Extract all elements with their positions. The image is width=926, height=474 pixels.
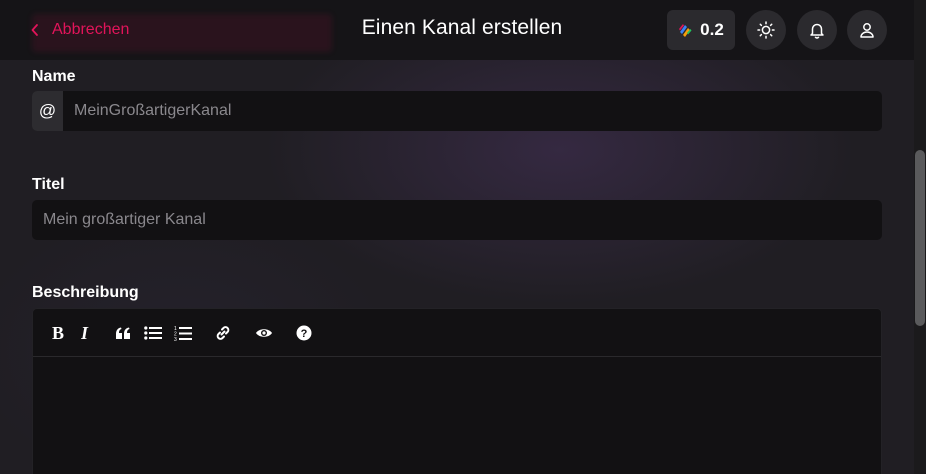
description-label: Beschreibung — [32, 284, 139, 301]
bell-icon — [810, 23, 824, 39]
points-value: 0.2 — [700, 20, 724, 39]
numbered-list-icon: 1 2 3 — [174, 326, 192, 341]
points-badge[interactable]: 0.2 — [667, 10, 735, 50]
top-bar: Abbrechen Einen Kanal erstellen 0.2 — [0, 0, 914, 60]
title-input[interactable] — [32, 200, 882, 240]
bold-icon: B — [52, 325, 64, 341]
page-title: Einen Kanal erstellen — [361, 16, 563, 39]
italic-button[interactable]: I — [79, 319, 93, 347]
bold-button[interactable]: B — [49, 319, 69, 347]
link-button[interactable] — [213, 319, 233, 347]
quote-icon — [116, 327, 130, 339]
title-label: Titel — [32, 176, 65, 193]
at-prefix: @ — [32, 91, 63, 131]
description-editor: B I 1 2 3 ? — [32, 308, 882, 474]
sun-icon — [757, 21, 775, 39]
svg-text:B: B — [52, 325, 64, 341]
help-icon: ? — [296, 325, 312, 340]
chevron-left-icon — [31, 24, 38, 36]
name-label: Name — [32, 68, 76, 85]
cancel-button[interactable]: Abbrechen — [30, 19, 129, 41]
name-input[interactable] — [63, 91, 882, 131]
preview-button[interactable] — [253, 319, 275, 347]
eye-icon — [256, 328, 272, 337]
link-icon — [216, 325, 230, 340]
notifications-button[interactable] — [797, 10, 837, 50]
numbered-list-button[interactable]: 1 2 3 — [173, 319, 193, 347]
description-textarea[interactable] — [33, 357, 881, 474]
bullet-list-button[interactable] — [143, 319, 163, 347]
svg-text:?: ? — [301, 328, 308, 340]
editor-toolbar: B I 1 2 3 ? — [33, 309, 881, 357]
help-button[interactable]: ? — [295, 319, 313, 347]
user-icon — [860, 23, 874, 38]
quote-button[interactable] — [113, 319, 133, 347]
svg-text:3: 3 — [174, 337, 177, 341]
cancel-label: Abbrechen — [52, 21, 130, 38]
italic-icon: I — [81, 325, 89, 341]
points-logo-icon — [679, 24, 692, 37]
theme-toggle-button[interactable] — [746, 10, 786, 50]
title-field — [32, 200, 882, 240]
bullet-list-icon — [144, 325, 162, 340]
scrollbar-thumb[interactable] — [915, 150, 925, 326]
svg-text:I: I — [81, 325, 89, 341]
name-field: @ — [32, 91, 882, 131]
user-menu-button[interactable] — [847, 10, 887, 50]
